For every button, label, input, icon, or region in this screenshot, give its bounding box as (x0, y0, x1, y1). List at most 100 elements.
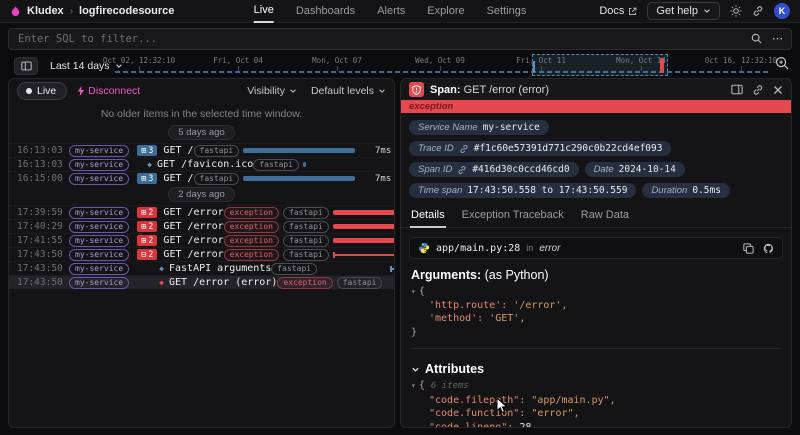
get-help-button[interactable]: Get help (647, 2, 720, 20)
duration-bar (303, 162, 306, 167)
service-tag: my-service (69, 173, 129, 185)
expand-children-badge[interactable]: ⊞2 (137, 207, 157, 218)
trace-row[interactable]: 16:15:00 my-service ⊞3 GET / fastapi 7ms (9, 171, 394, 185)
service-tag: my-service (69, 235, 129, 247)
nav-alerts[interactable]: Alerts (377, 0, 405, 23)
expand-children-badge[interactable]: ⊞3 (137, 173, 157, 184)
live-toggle-button[interactable]: Live (17, 82, 67, 100)
row-duration: 7ms (355, 146, 391, 156)
sun-icon (730, 5, 742, 17)
meta-value: my-service (483, 122, 540, 133)
docs-link[interactable]: Docs (599, 5, 637, 17)
trace-row-selected[interactable]: 17:43:50 my-service ◆ GET /error (error)… (9, 275, 394, 289)
open-brace: { (419, 380, 425, 391)
timeline-selection[interactable] (532, 54, 668, 76)
external-link-icon (628, 7, 637, 16)
tick-label: Fri, Oct 04 (213, 56, 263, 65)
trace-row[interactable]: 17:40:29 my-service ⊞2 GET /error except… (9, 219, 394, 233)
trace-row[interactable]: 17:41:55 my-service ⊞2 GET /error except… (9, 233, 394, 247)
meta-span-id: Span ID#416d30c0ccd46cd0 (409, 162, 579, 177)
tab-details[interactable]: Details (410, 205, 446, 228)
copy-link-icon[interactable] (752, 84, 764, 96)
detail-body: Arguments: (as Python) ▾{ 'http.route': … (401, 268, 791, 428)
collapse-children-badge[interactable]: ⊟2 (137, 249, 157, 260)
span-metadata: Service Namemy-service Trace ID#f1c60e57… (401, 113, 791, 200)
sql-filter-input[interactable] (8, 28, 792, 50)
attr-value: 28, (519, 422, 537, 429)
detail-title-text: GET /error (error) (464, 84, 549, 96)
dock-panel-icon[interactable] (731, 84, 743, 95)
copy-icon[interactable] (743, 243, 754, 254)
timeline-track[interactable]: Oct 02, 12:32:10 Fri, Oct 04 Mon, Oct 07… (115, 53, 768, 78)
trace-row[interactable]: 16:13:03 my-service ⊞3 GET / fastapi 7ms (9, 143, 394, 157)
docs-label: Docs (599, 5, 624, 17)
logfire-logo-icon[interactable] (10, 6, 21, 17)
child-count: 2 (148, 250, 153, 260)
child-count: 2 (148, 208, 153, 218)
code-location-link[interactable]: app/main.py:28 (436, 243, 520, 254)
tick-label: Oct 02, 12:32:10 (103, 56, 175, 65)
disconnect-button[interactable]: Disconnect (77, 85, 140, 97)
tick-mark (139, 66, 140, 71)
visibility-dropdown[interactable]: Visibility (247, 85, 297, 97)
chevron-down-icon (378, 87, 386, 95)
user-avatar[interactable]: K (774, 3, 790, 19)
expand-children-badge[interactable]: ⊞3 (137, 145, 157, 156)
trace-row[interactable]: 17:39:59 my-service ⊞2 GET /error except… (9, 205, 394, 219)
span-name: GET /error (163, 235, 223, 246)
detail-title: Span: GET /error (error) (430, 84, 549, 96)
link-icon[interactable] (457, 165, 467, 175)
live-label: Live (37, 85, 56, 97)
link-icon[interactable] (459, 144, 469, 154)
time-range-label: Last 14 days (50, 60, 110, 72)
project-breadcrumb[interactable]: logfirecodesource (79, 5, 174, 17)
close-icon[interactable] (773, 85, 783, 95)
nav-explore[interactable]: Explore (427, 0, 464, 23)
fold-caret-icon[interactable]: ▾ (411, 381, 416, 390)
attributes-heading[interactable]: Attributes (411, 362, 781, 376)
attr-key: "code.function": (429, 408, 525, 419)
arg-value: '/error', (513, 300, 567, 311)
exception-tag: exception (224, 249, 279, 261)
meta-time-span: Time span17:43:50.558 to 17:43:50.559 (409, 183, 636, 198)
exception-tag: exception (277, 277, 332, 289)
duration-bar-track (333, 220, 395, 234)
main-nav: Live Dashboards Alerts Explore Settings (254, 0, 527, 23)
nav-live[interactable]: Live (254, 0, 274, 23)
trace-row[interactable]: 16:13:03 my-service ◆ GET /favicon.ico f… (9, 157, 394, 171)
search-icon[interactable] (751, 33, 762, 44)
row-time: 16:13:03 (17, 145, 69, 156)
org-breadcrumb[interactable]: Kludex (27, 5, 64, 17)
expand-children-badge[interactable]: ⊞2 (137, 221, 157, 232)
fastapi-tag: fastapi (283, 207, 329, 219)
nav-dashboards[interactable]: Dashboards (296, 0, 355, 23)
levels-dropdown[interactable]: Default levels (311, 85, 386, 97)
top-navbar: Kludex › logfirecodesource Live Dashboar… (0, 0, 800, 23)
more-options-button[interactable]: ⋯ (772, 32, 784, 45)
tab-raw-data[interactable]: Raw Data (580, 205, 630, 227)
attributes-code: ▾{6 items "code.filepath": "app/main.py"… (411, 379, 781, 428)
meta-service-name: Service Namemy-service (409, 120, 549, 135)
nav-settings[interactable]: Settings (487, 0, 527, 23)
github-icon[interactable] (763, 243, 774, 254)
tab-exception-traceback[interactable]: Exception Traceback (461, 205, 565, 227)
theme-toggle-button[interactable] (730, 5, 742, 17)
timeline-zoom-button[interactable] (775, 56, 790, 71)
tick-mark (238, 66, 239, 71)
selection-left-handle[interactable] (533, 61, 535, 72)
meta-label: Date (594, 164, 614, 175)
expand-icon: ⊞ (141, 146, 146, 156)
share-link-button[interactable] (752, 5, 764, 17)
sidebar-toggle-button[interactable] (14, 57, 38, 75)
open-brace: { (419, 286, 425, 297)
expand-children-badge[interactable]: ⊞2 (137, 235, 157, 246)
service-tag: my-service (69, 207, 129, 219)
service-tag: my-service (69, 263, 129, 275)
timeline-bar: Last 14 days Oct 02, 12:32:10 Fri, Oct 0… (0, 53, 800, 78)
fold-caret-icon[interactable]: ▾ (411, 287, 416, 296)
trace-row[interactable]: 17:43:50 my-service ◆ FastAPI arguments … (9, 261, 394, 275)
child-count: 3 (148, 146, 153, 156)
tick-mark (741, 66, 742, 71)
live-trace-panel: Live Disconnect Visibility Default level… (8, 78, 395, 428)
trace-row[interactable]: 17:43:50 my-service ⊟2 GET /error except… (9, 247, 394, 261)
